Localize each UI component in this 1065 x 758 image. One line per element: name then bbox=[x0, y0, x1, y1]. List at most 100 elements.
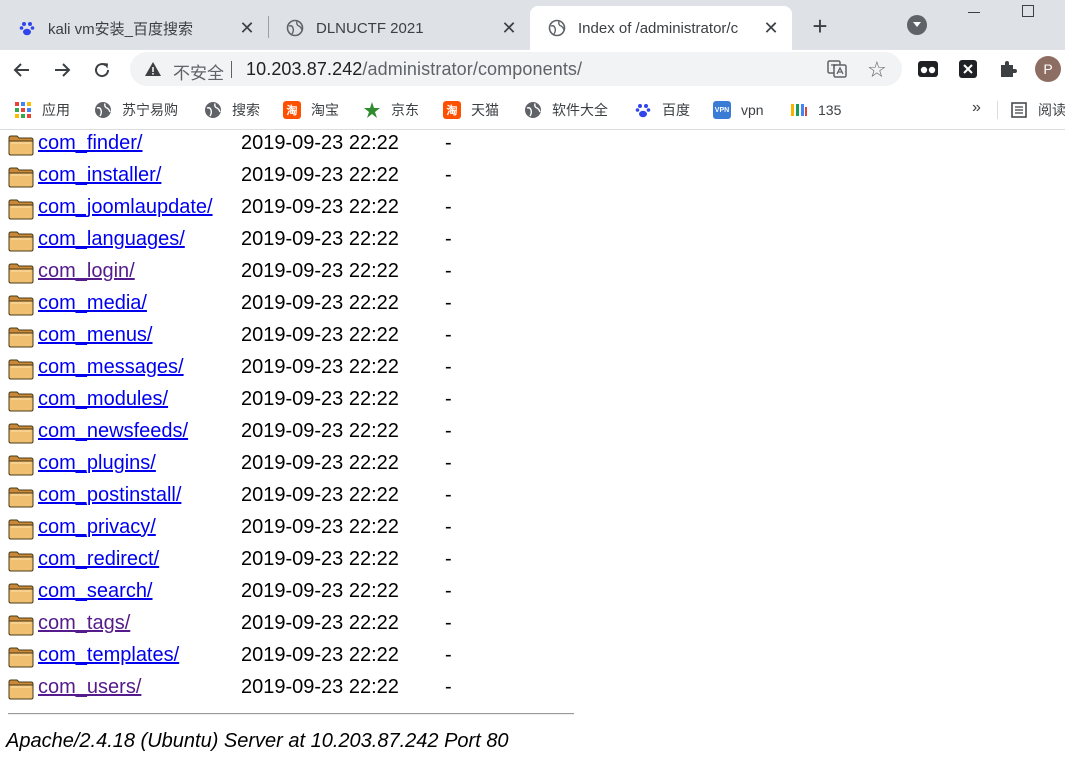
directory-link[interactable]: com_privacy/ bbox=[38, 515, 156, 539]
file-size: - bbox=[445, 228, 452, 250]
extension-x-icon[interactable] bbox=[957, 58, 979, 80]
folder-icon[interactable] bbox=[8, 550, 34, 572]
folder-icon[interactable] bbox=[8, 614, 34, 636]
profile-avatar[interactable]: P bbox=[1035, 56, 1061, 82]
directory-link[interactable]: com_finder/ bbox=[38, 131, 143, 155]
folder-icon[interactable] bbox=[8, 454, 34, 476]
bookmark-star-icon[interactable]: ☆ bbox=[867, 57, 887, 83]
back-button[interactable] bbox=[9, 57, 35, 83]
address-bar[interactable]: 不安全 10.203.87.242/administrator/componen… bbox=[130, 52, 902, 86]
warning-icon[interactable] bbox=[144, 60, 162, 78]
directory-link[interactable]: com_modules/ bbox=[38, 387, 168, 411]
folder-icon[interactable] bbox=[8, 582, 34, 604]
globe-icon bbox=[204, 101, 222, 119]
folder-icon[interactable] bbox=[8, 262, 34, 284]
extension-glasses-icon[interactable] bbox=[917, 58, 939, 80]
listing-row: com_postinstall/ 2019-09-23 22:22 - bbox=[0, 483, 600, 515]
reading-list-button[interactable]: 阅读 bbox=[1010, 100, 1065, 120]
folder-icon[interactable] bbox=[8, 230, 34, 252]
folder-icon[interactable] bbox=[8, 134, 34, 156]
bookmark-vpn[interactable]: VPN vpn bbox=[713, 100, 764, 120]
url-text[interactable]: 10.203.87.242/administrator/components/ bbox=[246, 59, 582, 80]
folder-icon[interactable] bbox=[8, 422, 34, 444]
listing-row: com_search/ 2019-09-23 22:22 - bbox=[0, 579, 600, 611]
new-tab-button[interactable]: + bbox=[808, 11, 832, 41]
tab-kali-search[interactable]: kali vm安装_百度搜索 ✕ bbox=[0, 6, 268, 50]
last-modified-date: 2019-09-23 22:22 bbox=[241, 164, 399, 186]
last-modified-date: 2019-09-23 22:22 bbox=[241, 484, 399, 506]
bookmark-search[interactable]: 搜索 bbox=[204, 100, 260, 120]
file-size: - bbox=[445, 132, 452, 154]
bookmark-135[interactable]: 135 bbox=[790, 100, 841, 120]
folder-icon[interactable] bbox=[8, 518, 34, 540]
reading-list-label: 阅读 bbox=[1038, 102, 1065, 118]
maximize-window-icon[interactable] bbox=[1022, 5, 1034, 17]
tab-index-of[interactable]: Index of /administrator/c ✕ bbox=[530, 6, 792, 50]
directory-link[interactable]: com_installer/ bbox=[38, 163, 161, 187]
close-tab-icon[interactable]: ✕ bbox=[238, 18, 256, 38]
file-size: - bbox=[445, 484, 452, 506]
security-status-label[interactable]: 不安全 bbox=[173, 59, 224, 84]
bookmark-taobao[interactable]: 淘 淘宝 bbox=[283, 100, 339, 120]
extensions-puzzle-icon[interactable] bbox=[997, 58, 1019, 80]
directory-link[interactable]: com_login/ bbox=[38, 259, 135, 283]
directory-link[interactable]: com_plugins/ bbox=[38, 451, 156, 475]
directory-link[interactable]: com_redirect/ bbox=[38, 547, 159, 571]
bookmark-label: 135 bbox=[818, 102, 842, 118]
directory-link[interactable]: com_search/ bbox=[38, 579, 153, 603]
bookmark-label: 百度 bbox=[662, 102, 690, 118]
folder-icon[interactable] bbox=[8, 198, 34, 220]
bookmark-software[interactable]: 软件大全 bbox=[524, 100, 608, 120]
directory-link[interactable]: com_joomlaupdate/ bbox=[38, 195, 213, 219]
directory-link[interactable]: com_menus/ bbox=[38, 323, 153, 347]
directory-link[interactable]: com_languages/ bbox=[38, 227, 185, 251]
tab-search-icon[interactable] bbox=[907, 15, 927, 35]
folder-icon[interactable] bbox=[8, 390, 34, 412]
135-icon bbox=[790, 101, 808, 119]
directory-link[interactable]: com_newsfeeds/ bbox=[38, 419, 188, 443]
listing-row: com_plugins/ 2019-09-23 22:22 - bbox=[0, 451, 600, 483]
listing-row: com_newsfeeds/ 2019-09-23 22:22 - bbox=[0, 419, 600, 451]
folder-icon[interactable] bbox=[8, 294, 34, 316]
folder-icon[interactable] bbox=[8, 166, 34, 188]
globe-icon bbox=[94, 101, 112, 119]
bookmarks-divider bbox=[997, 101, 998, 119]
directory-link[interactable]: com_media/ bbox=[38, 291, 147, 315]
folder-icon[interactable] bbox=[8, 326, 34, 348]
directory-link[interactable]: com_templates/ bbox=[38, 643, 179, 667]
more-bookmarks-button[interactable]: » bbox=[972, 99, 981, 117]
translate-icon[interactable] bbox=[827, 59, 847, 79]
file-size: - bbox=[445, 324, 452, 346]
bookmark-apps[interactable]: 应用 bbox=[14, 100, 70, 120]
directory-link[interactable]: com_postinstall/ bbox=[38, 483, 181, 507]
bookmark-baidu[interactable]: 百度 bbox=[634, 100, 690, 120]
folder-icon[interactable] bbox=[8, 358, 34, 380]
directory-link[interactable]: com_users/ bbox=[38, 675, 141, 699]
listing-row: com_modules/ 2019-09-23 22:22 - bbox=[0, 387, 600, 419]
reload-button[interactable] bbox=[89, 57, 115, 83]
globe-icon bbox=[524, 101, 542, 119]
file-size: - bbox=[445, 164, 452, 186]
baidu-paw-icon bbox=[634, 101, 652, 119]
folder-icon[interactable] bbox=[8, 486, 34, 508]
folder-icon[interactable] bbox=[8, 646, 34, 668]
directory-link[interactable]: com_messages/ bbox=[38, 355, 184, 379]
server-signature: Apache/2.4.18 (Ubuntu) Server at 10.203.… bbox=[6, 730, 509, 752]
close-tab-icon[interactable]: ✕ bbox=[762, 18, 780, 38]
file-size: - bbox=[445, 612, 452, 634]
bookmark-suning[interactable]: 苏宁易购 bbox=[94, 100, 178, 120]
listing-row: com_finder/ 2019-09-23 22:22 - bbox=[0, 131, 600, 163]
folder-icon[interactable] bbox=[8, 678, 34, 700]
last-modified-date: 2019-09-23 22:22 bbox=[241, 196, 399, 218]
listing-row: com_tags/ 2019-09-23 22:22 - bbox=[0, 611, 600, 643]
directory-link[interactable]: com_tags/ bbox=[38, 611, 130, 635]
minimize-window-icon[interactable] bbox=[968, 12, 980, 13]
bookmark-jd[interactable]: 京东 bbox=[363, 100, 419, 120]
close-tab-icon[interactable]: ✕ bbox=[500, 18, 518, 38]
file-size: - bbox=[445, 676, 452, 698]
tab-strip: kali vm安装_百度搜索 ✕ DLNUCTF 2021 ✕ Index of… bbox=[0, 0, 1065, 50]
tab-dlnuctf[interactable]: DLNUCTF 2021 ✕ bbox=[268, 6, 530, 50]
bookmark-tmall[interactable]: 淘 天猫 bbox=[443, 100, 499, 120]
forward-button[interactable] bbox=[49, 57, 75, 83]
last-modified-date: 2019-09-23 22:22 bbox=[241, 452, 399, 474]
